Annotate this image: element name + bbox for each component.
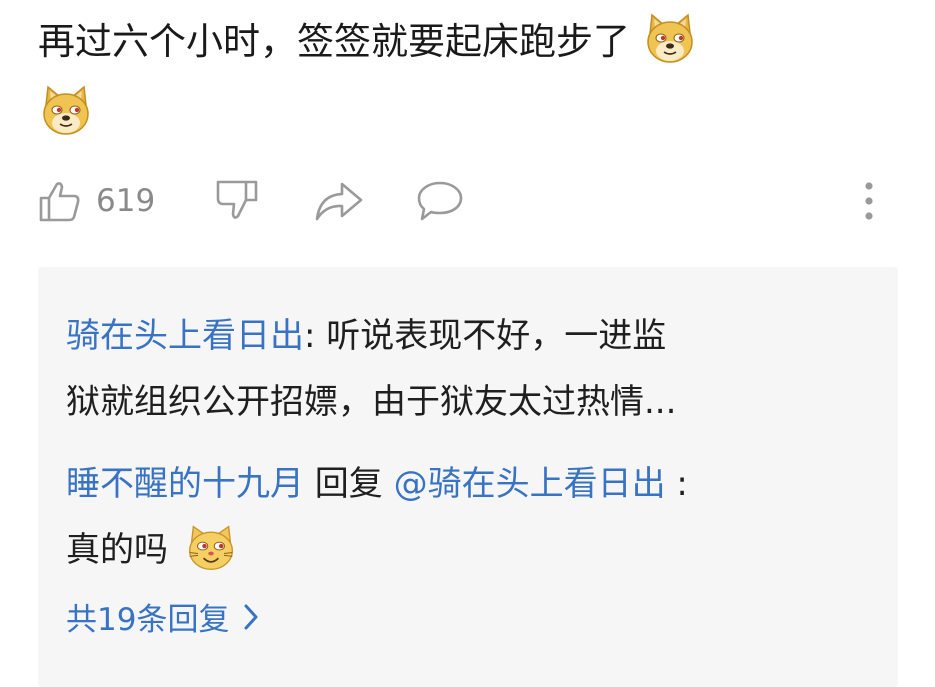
comment-button[interactable]: [415, 170, 465, 232]
reply-item[interactable]: 骑在头上看日出: 听说表现不好，一进监: [66, 303, 876, 369]
reply-item[interactable]: 睡不醒的十九月 回复 @骑在头上看日出 :: [66, 451, 876, 517]
cat-emoji-icon: [185, 521, 237, 573]
more-options-button[interactable]: [861, 170, 877, 232]
reply-word: 回复: [304, 464, 394, 504]
reply-preview-box[interactable]: 骑在头上看日出: 听说表现不好，一进监 狱就组织公开招嫖，由于狱友太过热情...…: [38, 267, 898, 687]
view-all-replies-link[interactable]: 共19条回复: [66, 594, 259, 639]
comment-text: 再过六个小时，签签就要起床跑步了: [38, 6, 898, 150]
more-vertical-icon: [865, 182, 873, 220]
reply-text-continued: 狱就组织公开招嫖，由于狱友太过热情...: [66, 382, 677, 422]
reply-username[interactable]: 睡不醒的十九月: [66, 464, 304, 504]
chevron-right-icon: [244, 604, 258, 629]
comment-bubble-icon: [417, 181, 463, 221]
reply-username[interactable]: 骑在头上看日出: [66, 316, 304, 356]
dislike-button[interactable]: [214, 170, 260, 232]
share-icon: [315, 182, 363, 221]
reply-mention[interactable]: @骑在头上看日出: [394, 464, 666, 504]
reply-text: 真的吗: [66, 517, 876, 583]
like-count: 619: [96, 183, 156, 219]
share-button[interactable]: [314, 170, 364, 232]
doge-emoji-icon: [38, 83, 94, 139]
comment-body: 再过六个小时，签签就要起床跑步了: [38, 20, 630, 63]
doge-emoji-icon: [642, 11, 698, 67]
reply-text: 听说表现不好，一进监: [315, 316, 667, 356]
like-button[interactable]: 619: [38, 170, 155, 232]
thumbs-up-icon: [39, 182, 80, 222]
thumbs-down-icon: [216, 180, 258, 219]
action-bar: 619: [0, 170, 935, 232]
